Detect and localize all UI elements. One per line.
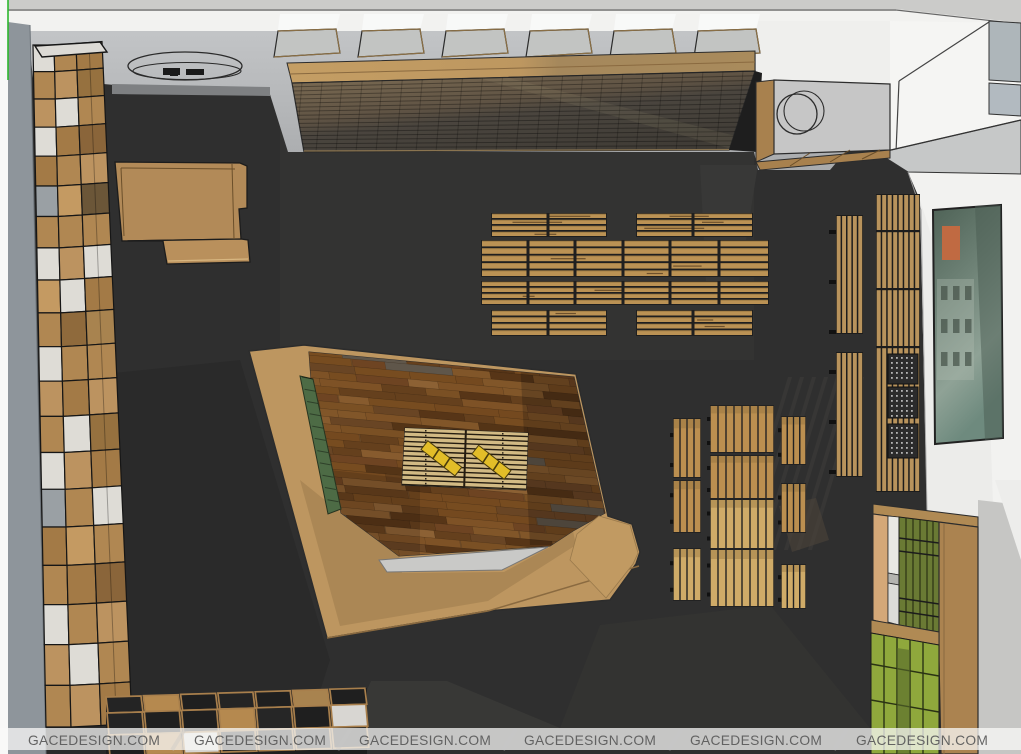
- svg-text:GACEDESIGN.COM: GACEDESIGN.COM: [524, 733, 656, 748]
- svg-text:GACEDESIGN.COM: GACEDESIGN.COM: [359, 733, 491, 748]
- svg-text:GACEDESIGN.COM: GACEDESIGN.COM: [28, 733, 160, 748]
- svg-text:GACEDESIGN.COM: GACEDESIGN.COM: [194, 733, 326, 748]
- svg-text:GACEDESIGN.COM: GACEDESIGN.COM: [856, 733, 988, 748]
- svg-text:GACEDESIGN.COM: GACEDESIGN.COM: [690, 733, 822, 748]
